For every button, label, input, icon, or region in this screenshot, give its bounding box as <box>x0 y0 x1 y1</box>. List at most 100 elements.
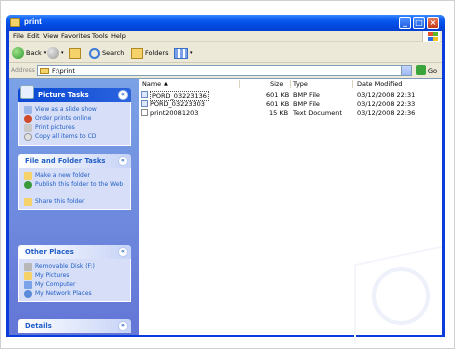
go-arrow-icon[interactable] <box>416 65 426 75</box>
file-size: 601 KB <box>266 100 290 108</box>
collapse-chevron-icon[interactable]: « <box>118 156 128 166</box>
column-separator[interactable] <box>239 80 240 88</box>
menu-file[interactable]: File <box>13 32 24 40</box>
close-button[interactable]: × <box>427 17 439 29</box>
task-label: My Network Places <box>35 290 92 297</box>
maximize-button[interactable]: □ <box>413 17 425 29</box>
back-button[interactable]: Back ▾ <box>12 45 46 61</box>
toolbar: Back ▾ ▾ Search Folders ▾ <box>9 43 442 63</box>
file-name: PORD_03223303 <box>150 100 205 108</box>
up-folder-icon <box>69 47 81 59</box>
place-my-network[interactable]: My Network Places <box>24 290 92 298</box>
picture-tasks-header[interactable]: Picture Tasks « <box>18 85 131 102</box>
explorer-window: print _ □ × File Edit View Favorites Too… <box>6 15 445 345</box>
file-date: 03/12/2008 22:33 <box>357 100 416 108</box>
file-date: 03/12/2008 22:31 <box>357 91 416 99</box>
task-label: Copy all items to CD <box>35 133 97 140</box>
task-share-folder[interactable]: Share this folder <box>24 198 85 206</box>
window-title: print <box>24 17 42 26</box>
place-my-pictures[interactable]: My Pictures <box>24 272 69 280</box>
task-slide-show[interactable]: View as a slide show <box>24 106 97 114</box>
column-size[interactable]: Size <box>270 80 283 89</box>
task-pane: Picture Tasks « View as a slide show Ord… <box>9 79 139 335</box>
network-places-icon <box>24 290 32 298</box>
printer-icon <box>24 124 32 132</box>
file-type: Text Document <box>293 109 342 117</box>
column-date[interactable]: Date Modified <box>357 80 402 89</box>
collapse-chevron-icon[interactable]: « <box>118 90 128 100</box>
up-folder-button[interactable] <box>69 45 81 61</box>
menu-edit[interactable]: Edit <box>27 32 40 40</box>
views-button[interactable]: ▾ <box>174 45 193 61</box>
column-separator[interactable] <box>352 80 353 88</box>
task-publish-web[interactable]: Publish this folder to the Web <box>24 181 124 189</box>
task-print-pictures[interactable]: Print pictures <box>24 124 75 132</box>
search-icon <box>89 47 100 59</box>
task-label: Make a new folder <box>35 172 91 179</box>
address-bar: Address F:\print Go <box>9 64 442 77</box>
other-places-header[interactable]: Other Places « <box>18 245 131 259</box>
file-type: BMP File <box>293 100 320 108</box>
share-folder-icon <box>24 198 32 206</box>
file-date: 03/12/2008 22:36 <box>357 109 416 117</box>
task-label: Order prints online <box>35 115 92 122</box>
file-name: print20081203 <box>150 109 199 117</box>
column-type[interactable]: Type <box>293 80 308 89</box>
task-label: Publish this folder to the Web <box>35 181 124 188</box>
folders-button[interactable]: Folders <box>131 45 168 61</box>
minimize-button[interactable]: _ <box>399 17 411 29</box>
menu-view[interactable]: View <box>43 32 58 40</box>
menu-favorites[interactable]: Favorites <box>61 32 90 40</box>
search-button[interactable]: Search <box>89 45 124 61</box>
search-label: Search <box>102 49 125 57</box>
forward-dropdown-icon[interactable]: ▾ <box>61 50 64 56</box>
picture-tasks-title: Picture Tasks <box>38 91 89 99</box>
menu-help[interactable]: Help <box>111 32 126 40</box>
menu-bar: File Edit View Favorites Tools Help <box>9 31 442 42</box>
details-title: Details <box>25 322 52 330</box>
file-list: Name ▲ Size Type Date Modified PORD_0322… <box>139 79 442 345</box>
address-dropdown-icon[interactable] <box>401 66 411 75</box>
publish-web-icon <box>24 181 32 189</box>
forward-button[interactable]: ▾ <box>47 45 64 61</box>
file-row[interactable]: print20081203 15 KB Text Document 03/12/… <box>139 109 442 117</box>
back-arrow-icon <box>12 47 24 59</box>
title-bar[interactable]: print _ □ × <box>6 15 445 31</box>
task-new-folder[interactable]: Make a new folder <box>24 172 90 180</box>
task-copy-to-cd[interactable]: Copy all items to CD <box>24 133 96 141</box>
file-row[interactable]: PORD_03223303 601 KB BMP File 03/12/2008… <box>139 100 442 108</box>
views-dropdown-icon[interactable]: ▾ <box>190 50 193 56</box>
file-folder-tasks-title: File and Folder Tasks <box>25 157 106 165</box>
place-my-computer[interactable]: My Computer <box>24 281 75 289</box>
bmp-file-icon <box>141 100 148 107</box>
file-folder-tasks-header[interactable]: File and Folder Tasks « <box>18 154 131 168</box>
back-label: Back <box>26 49 42 57</box>
collapse-chevron-icon[interactable]: « <box>118 247 128 257</box>
details-header[interactable]: Details » <box>18 319 131 333</box>
go-button[interactable]: Go <box>428 67 437 75</box>
task-label: My Computer <box>35 281 76 288</box>
address-label: Address <box>11 67 35 74</box>
task-order-prints[interactable]: Order prints online <box>24 115 91 123</box>
picture-tasks-icon <box>20 85 34 99</box>
task-label: View as a slide show <box>35 106 97 113</box>
expand-chevron-icon[interactable]: » <box>118 321 128 331</box>
folders-icon <box>131 47 143 59</box>
cd-icon <box>24 133 32 141</box>
back-dropdown-icon[interactable]: ▾ <box>44 50 47 56</box>
slideshow-icon <box>24 106 32 114</box>
folder-icon <box>40 68 49 74</box>
removable-disk-icon <box>24 263 32 271</box>
file-row[interactable]: PORD_03223136 601 KB BMP File 03/12/2008… <box>139 91 442 101</box>
column-name[interactable]: Name <box>142 80 161 89</box>
file-type: BMP File <box>293 91 320 99</box>
file-size: 15 KB <box>269 109 289 117</box>
task-label: Print pictures <box>35 124 75 131</box>
order-prints-icon <box>24 115 32 123</box>
place-removable-disk[interactable]: Removable Disk (F:) <box>24 263 95 271</box>
task-label: My Pictures <box>35 272 70 279</box>
sort-ascending-icon: ▲ <box>164 81 168 87</box>
address-input[interactable]: F:\print <box>37 65 412 76</box>
menu-tools[interactable]: Tools <box>92 32 108 40</box>
column-separator[interactable] <box>290 80 291 88</box>
